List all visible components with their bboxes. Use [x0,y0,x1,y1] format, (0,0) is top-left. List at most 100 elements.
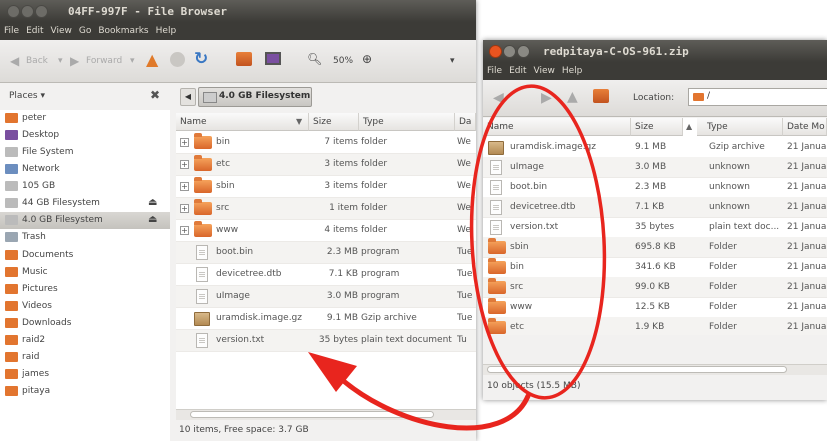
menu-help[interactable]: Help [152,22,180,36]
downloads-folder-icon [5,318,18,328]
place-item[interactable]: Desktop [0,127,170,144]
up-arrow-icon[interactable]: ▲ [146,50,158,69]
forward-dropdown-icon[interactable]: ▾ [130,56,135,66]
expand-icon[interactable]: + [180,226,189,235]
minimize-window-button[interactable] [503,45,516,58]
archive-row[interactable]: bin 341.6 KB Folder 21 Janua [483,257,827,278]
stop-icon[interactable] [170,52,185,67]
back-dropdown-icon[interactable]: ▾ [58,56,63,66]
horizontal-scrollbar[interactable] [176,409,476,420]
file-date: 21 Janua [787,182,827,192]
place-item[interactable]: raid [0,349,170,366]
view-dropdown-icon[interactable]: ▾ [450,56,455,66]
back-arrow-icon[interactable]: ◀ [493,90,504,106]
file-row[interactable]: + sbin 3 items folder We [176,176,476,198]
menu-help[interactable]: Help [558,62,586,76]
menu-file[interactable]: File [483,62,505,76]
path-crumb[interactable]: 4.0 GB Filesystem [198,87,312,107]
column-date[interactable]: Date Mo [783,118,827,136]
column-size[interactable]: Size [631,118,683,136]
archive-row[interactable]: boot.bin 2.3 MB unknown 21 Janua [483,177,827,198]
place-item[interactable]: Music [0,264,170,281]
expand-icon[interactable]: + [180,138,189,147]
place-item[interactable]: Trash [0,229,170,246]
column-type[interactable]: Type [697,118,783,136]
location-field[interactable]: / [688,88,827,106]
place-item[interactable]: Network [0,161,170,178]
file-row[interactable]: version.txt 35 bytes plain text document Tu [176,330,476,352]
column-size[interactable]: Size [309,113,359,131]
place-item[interactable]: Downloads [0,315,170,332]
file-row[interactable]: uramdisk.image.gz 9.1 MB Gzip archive Tue [176,308,476,330]
scrollbar-thumb[interactable] [487,366,787,373]
home-icon[interactable] [593,89,609,103]
path-left-arrow-icon[interactable]: ◀ [180,88,196,106]
maximize-window-button[interactable] [35,5,48,18]
eject-icon[interactable]: ⏏ [148,214,157,225]
archive-row[interactable]: devicetree.dtb 7.1 KB unknown 21 Janua [483,197,827,218]
expand-icon[interactable]: + [180,160,189,169]
archive-row[interactable]: etc 1.9 KB Folder 21 Janua [483,317,827,335]
file-row[interactable]: + bin 7 items folder We [176,132,476,154]
zoom-in-icon[interactable]: ⊕ [362,52,372,66]
eject-icon[interactable]: ⏏ [148,197,157,208]
file-name: uramdisk.image.gz [510,142,596,152]
place-item[interactable]: 44 GB Filesystem ⏏ [0,195,170,212]
menu-view[interactable]: View [530,62,558,76]
column-date[interactable]: Da [455,113,476,131]
file-row[interactable]: devicetree.dtb 7.1 KB program Tue [176,264,476,286]
place-label: 105 GB [22,181,56,191]
horizontal-scrollbar[interactable] [483,364,827,375]
up-arrow-icon[interactable]: ▲ [567,89,578,105]
expand-icon[interactable]: + [180,182,189,191]
file-size: 7.1 KB [328,269,358,279]
place-item[interactable]: pitaya [0,383,170,400]
column-name[interactable]: Name [176,113,309,131]
close-window-button[interactable] [7,5,20,18]
place-item[interactable]: Videos [0,298,170,315]
reload-icon[interactable]: ↻ [194,49,208,69]
close-sidebar-icon[interactable]: ✖ [150,88,160,102]
archive-row[interactable]: sbin 695.8 KB Folder 21 Janua [483,237,827,258]
file-row[interactable]: + etc 3 items folder We [176,154,476,176]
places-dropdown[interactable]: Places ▾ [9,91,45,101]
home-icon[interactable] [236,52,252,66]
menu-view[interactable]: View [47,22,75,36]
close-window-button[interactable] [489,45,502,58]
file-row[interactable]: uImage 3.0 MB program Tue [176,286,476,308]
scrollbar-thumb[interactable] [190,411,434,418]
place-label: Desktop [22,130,60,140]
menu-edit[interactable]: Edit [22,22,46,36]
archive-row[interactable]: www 12.5 KB Folder 21 Janua [483,297,827,318]
menu-file[interactable]: File [0,22,22,36]
menu-edit[interactable]: Edit [505,62,529,76]
place-item[interactable]: raid2 [0,332,170,349]
computer-icon[interactable] [265,52,281,65]
menu-bookmarks[interactable]: Bookmarks [94,22,151,36]
back-button[interactable]: Back [26,56,48,66]
home-folder-icon [5,113,18,123]
expand-icon[interactable]: + [180,204,189,213]
place-item[interactable]: File System [0,144,170,161]
file-row[interactable]: + www 4 items folder We [176,220,476,242]
column-type[interactable]: Type [359,113,455,131]
menu-go[interactable]: Go [75,22,94,36]
place-item[interactable]: peter [0,110,170,127]
place-item[interactable]: 105 GB [0,178,170,195]
forward-button[interactable]: Forward [86,56,122,66]
maximize-window-button[interactable] [517,45,530,58]
archive-row[interactable]: version.txt 35 bytes plain text doc... 21 J… [483,217,827,238]
place-item[interactable]: Documents [0,247,170,264]
archive-row[interactable]: uImage 3.0 MB unknown 21 Janua [483,157,827,178]
column-name[interactable]: Name [483,118,631,136]
file-row[interactable]: + src 1 item folder We [176,198,476,220]
place-item[interactable]: Pictures [0,281,170,298]
minimize-window-button[interactable] [21,5,34,18]
file-row[interactable]: boot.bin 2.3 MB program Tue [176,242,476,264]
archive-row[interactable]: src 99.0 KB Folder 21 Janua [483,277,827,298]
zoom-out-icon[interactable]: 🔍︎ [307,52,322,66]
forward-arrow-icon[interactable]: ▶ [541,90,552,106]
place-item[interactable]: james [0,366,170,383]
archive-row[interactable]: uramdisk.image.gz 9.1 MB Gzip archive 21 Ja… [483,137,827,158]
place-item[interactable]: 4.0 GB Filesystem ⏏ [0,212,170,229]
